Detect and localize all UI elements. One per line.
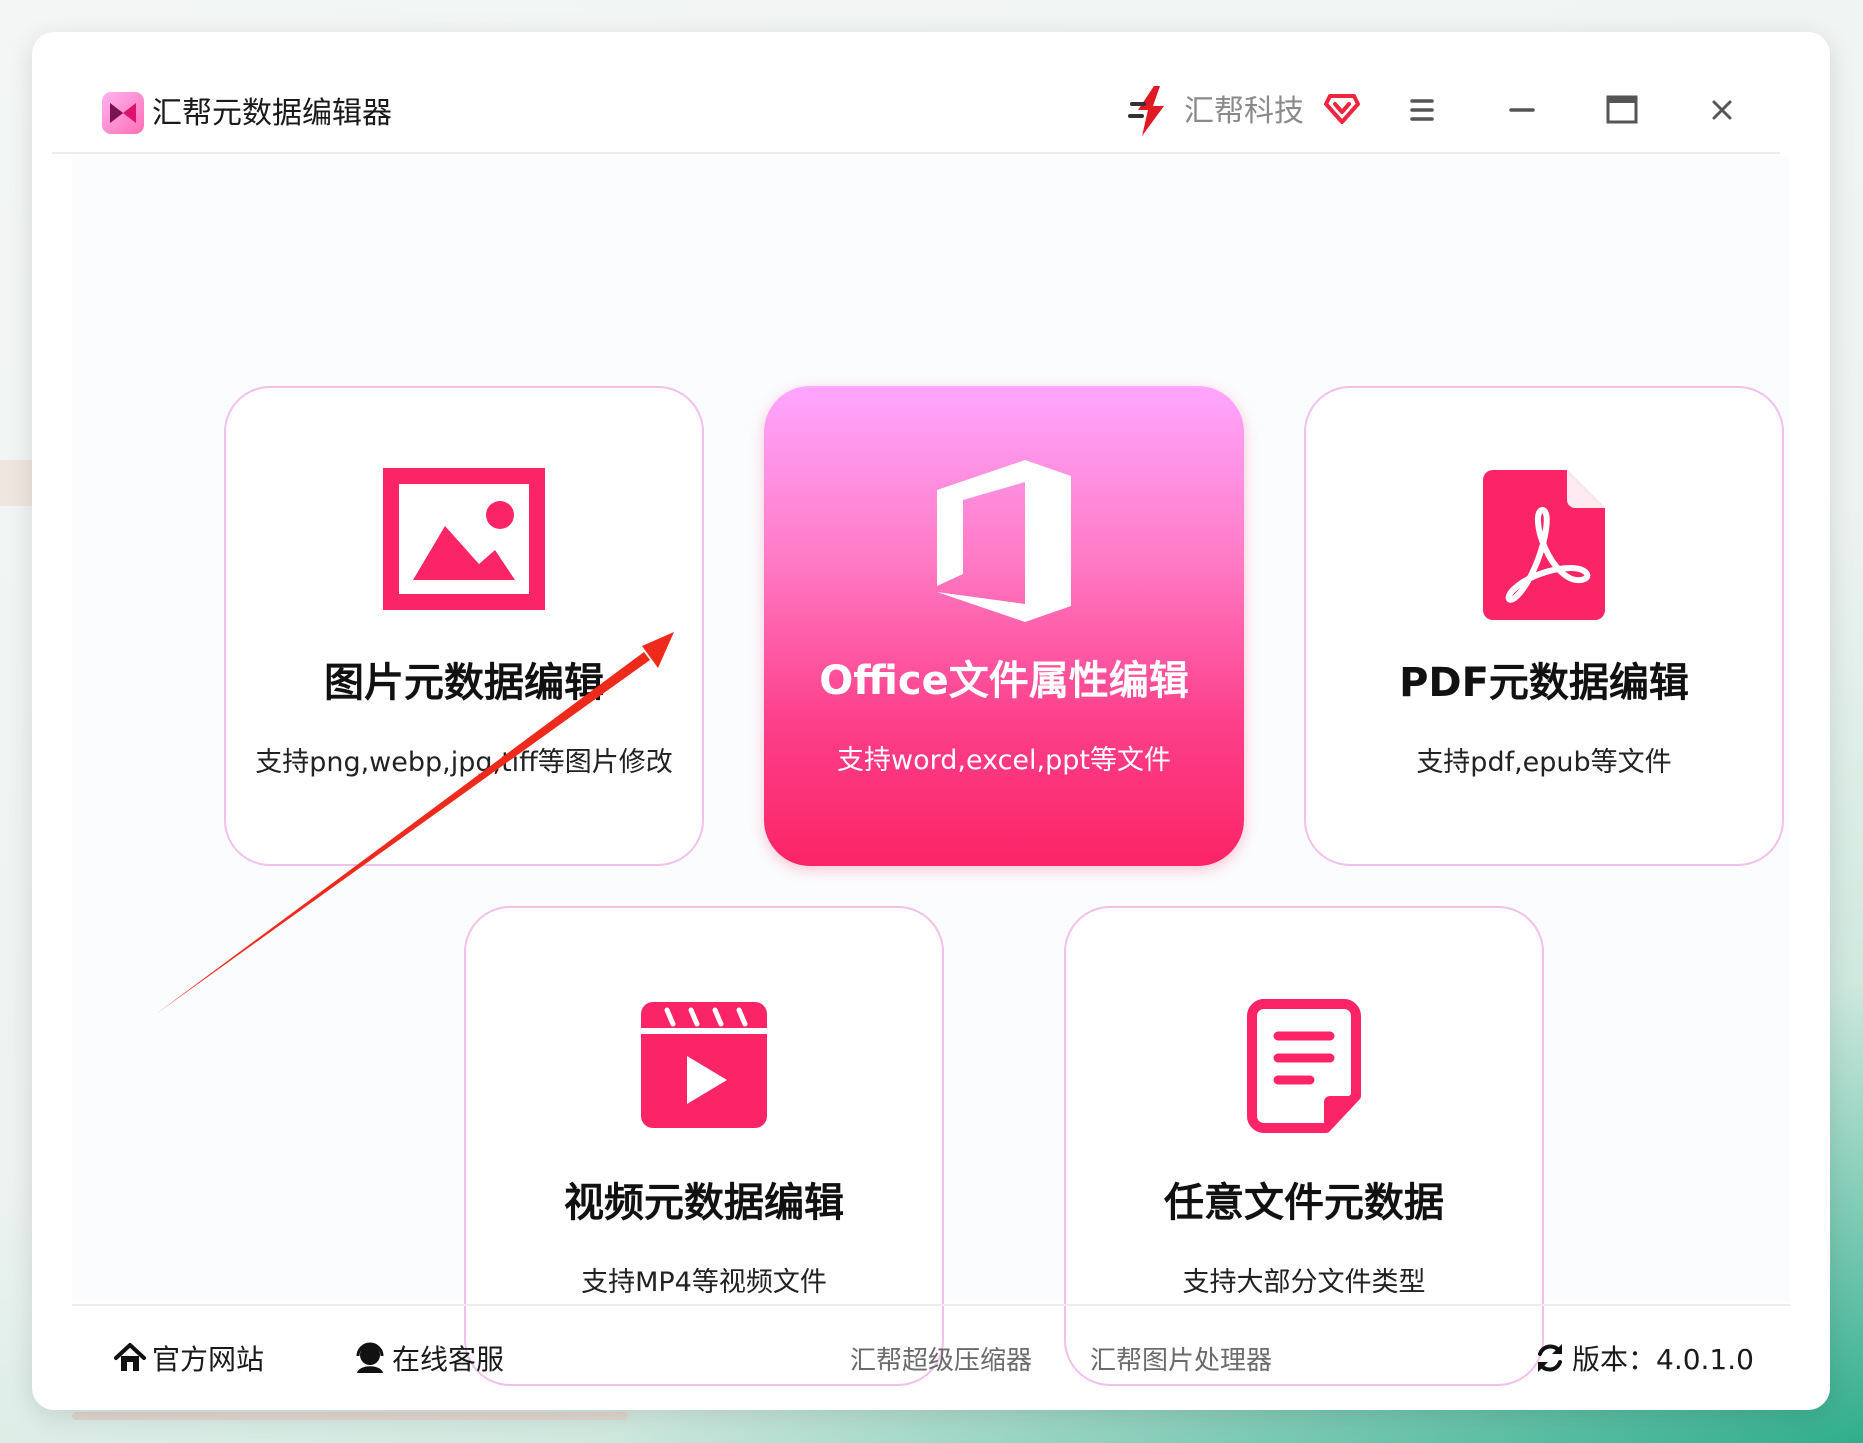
main-content: 图片元数据编辑 支持png,webp,jpg,tiff等图片修改 Office文…: [72, 156, 1790, 1386]
background-bar: [72, 1412, 628, 1420]
video-icon: [641, 1002, 767, 1128]
card-title: Office文件属性编辑: [819, 658, 1189, 704]
customer-service-icon: [356, 1342, 384, 1373]
version-label: 版本：4.0.1.0: [1572, 1343, 1754, 1376]
refresh-icon: [1538, 1344, 1562, 1372]
app-title: 汇帮元数据编辑器: [152, 96, 392, 131]
pdf-icon: [1483, 470, 1605, 620]
document-icon: [1247, 999, 1361, 1133]
online-support-label: 在线客服: [392, 1343, 505, 1376]
card-subtitle: 支持MP4等视频文件: [581, 1267, 827, 1298]
super-compressor-link[interactable]: 汇帮超级压缩器: [850, 1336, 1032, 1380]
home-icon: [114, 1343, 146, 1371]
card-title: 视频元数据编辑: [564, 1180, 844, 1226]
image-processor-label: 汇帮图片处理器: [1090, 1345, 1273, 1376]
super-compressor-label: 汇帮超级压缩器: [850, 1345, 1033, 1376]
brand-name: 汇帮科技: [1184, 94, 1304, 129]
card-pdf-metadata[interactable]: PDF元数据编辑 支持pdf,epub等文件: [1304, 386, 1784, 866]
image-processor-link[interactable]: 汇帮图片处理器: [1090, 1336, 1272, 1380]
official-website-label: 官方网站: [152, 1343, 265, 1376]
card-subtitle: 支持word,excel,ppt等文件: [837, 745, 1171, 776]
card-office-properties[interactable]: Office文件属性编辑 支持word,excel,ppt等文件: [764, 386, 1244, 866]
menu-icon[interactable]: [1400, 88, 1444, 132]
close-icon[interactable]: [1700, 88, 1744, 132]
official-website-link[interactable]: 官方网站: [112, 1336, 264, 1380]
office-icon: [937, 460, 1071, 622]
card-title: 任意文件元数据: [1164, 1180, 1444, 1226]
vip-diamond-icon[interactable]: [1322, 88, 1362, 128]
card-subtitle: 支持pdf,epub等文件: [1416, 747, 1672, 778]
app-logo-icon: [102, 92, 144, 134]
card-title: 图片元数据编辑: [324, 660, 604, 706]
version-check-button[interactable]: 版本：4.0.1.0: [1532, 1336, 1754, 1380]
card-subtitle: 支持大部分文件类型: [1182, 1267, 1426, 1298]
minimize-icon[interactable]: [1500, 88, 1544, 132]
image-icon: [383, 468, 545, 610]
title-bar: 汇帮元数据编辑器 汇帮科技: [52, 58, 1780, 154]
online-support-link[interactable]: 在线客服: [352, 1336, 504, 1380]
card-subtitle: 支持png,webp,jpg,tiff等图片修改: [255, 747, 673, 778]
card-image-metadata[interactable]: 图片元数据编辑 支持png,webp,jpg,tiff等图片修改: [224, 386, 704, 866]
card-title: PDF元数据编辑: [1399, 660, 1689, 706]
brand-logo-icon: [1128, 86, 1164, 136]
footer-bar: 官方网站 在线客服 汇帮超级压缩器 汇帮图片处理器 版本：4.0.1.0: [72, 1304, 1790, 1404]
maximize-icon[interactable]: [1600, 88, 1644, 132]
